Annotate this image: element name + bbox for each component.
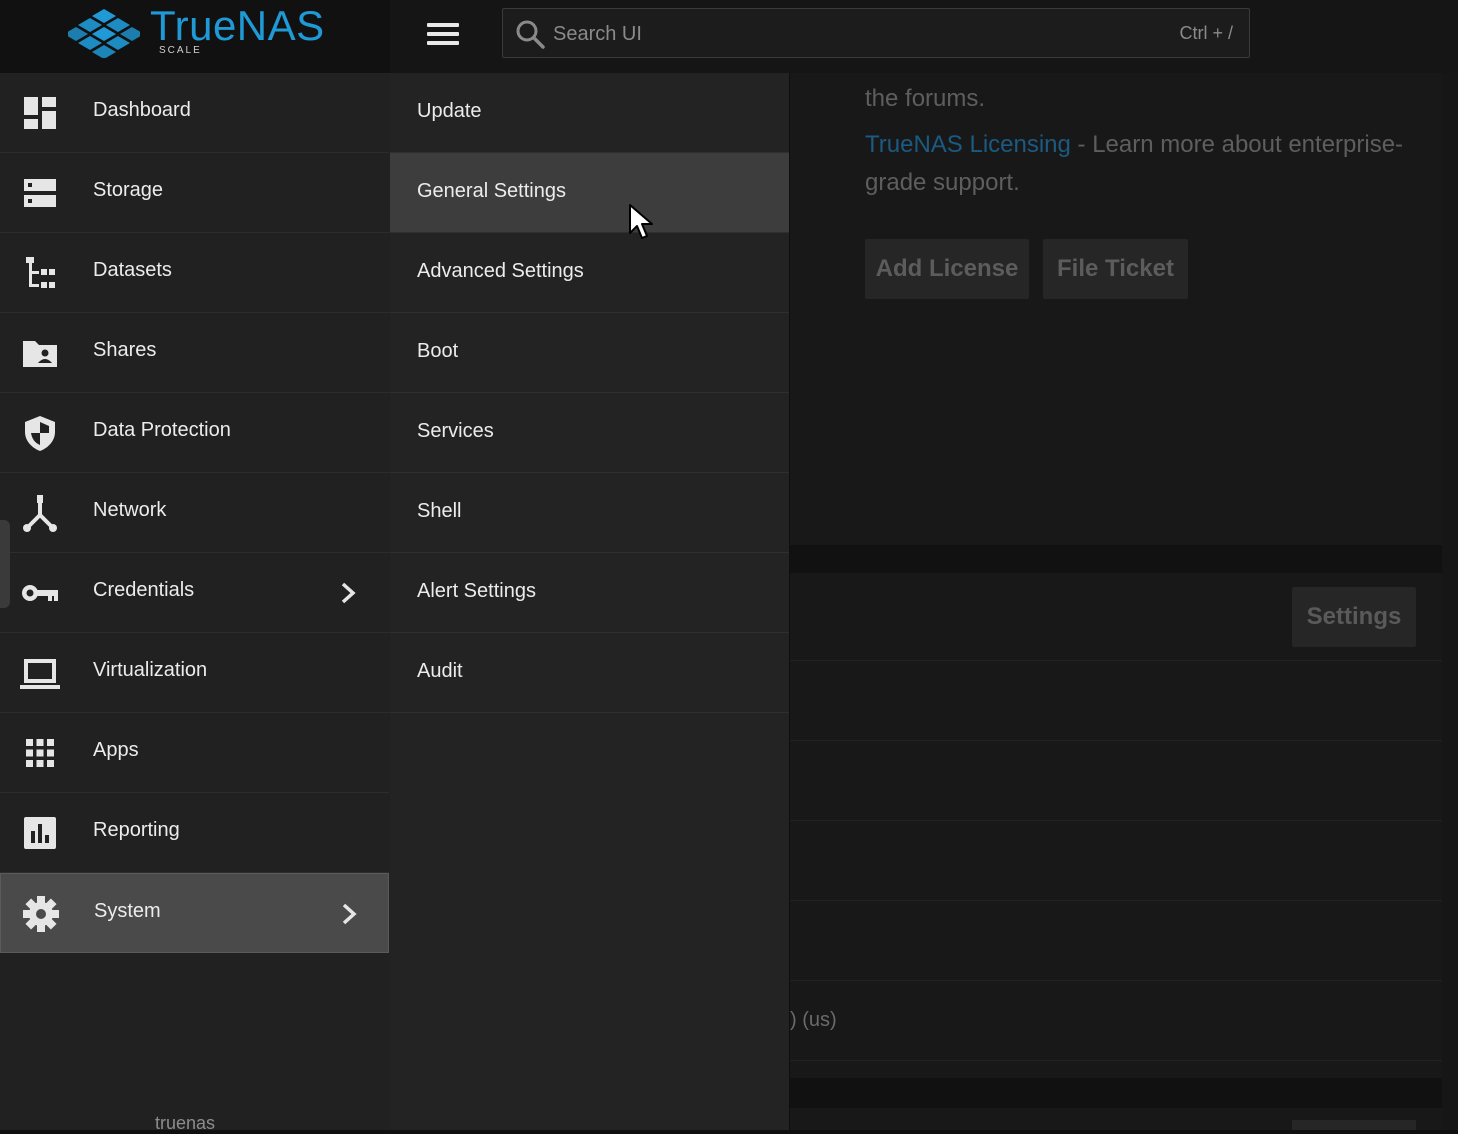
add-license-button[interactable]: Add License <box>865 239 1029 299</box>
divider <box>790 820 1442 821</box>
divider <box>790 660 1442 661</box>
key-icon <box>22 585 58 601</box>
chevron-right-icon <box>341 582 356 604</box>
top-bar: TrueNAS SCALE Ctrl + / <box>0 0 1458 73</box>
menu-toggle-button[interactable] <box>420 18 464 52</box>
sidebar-item-label: Storage <box>93 179 164 201</box>
divider <box>790 1060 1442 1061</box>
search-box[interactable]: Ctrl + / <box>502 8 1250 59</box>
search-input[interactable] <box>551 9 1155 59</box>
chevron-right-icon <box>342 903 357 925</box>
licensing-description-2: grade support. <box>865 169 1020 196</box>
submenu-item-label: Shell <box>417 500 462 522</box>
divider <box>790 980 1442 981</box>
submenu-item-shell[interactable]: Shell <box>390 473 789 553</box>
licensing-description: - Learn more about enterprise- <box>1070 131 1404 158</box>
laptop-icon <box>20 659 60 689</box>
truenas-licensing-link[interactable]: TrueNAS Licensing <box>865 131 1071 158</box>
sidebar-item-dashboard[interactable]: Dashboard <box>0 73 389 153</box>
shares-folder-icon <box>23 341 57 367</box>
network-icon <box>23 495 57 532</box>
hamburger-icon-bar <box>427 41 459 45</box>
divider <box>790 900 1442 901</box>
brand-edition: SCALE <box>159 45 202 56</box>
storage-icon <box>24 179 56 207</box>
support-card: the forums. TrueNAS Licensing - Learn mo… <box>790 73 1442 545</box>
gear-icon <box>23 896 59 932</box>
sidebar-item-shares[interactable]: Shares <box>0 313 389 393</box>
card-button[interactable] <box>1292 1120 1416 1130</box>
datasets-icon <box>26 257 55 288</box>
submenu-item-label: Audit <box>417 660 463 682</box>
search-shortcut-hint: Ctrl + / <box>1179 23 1233 43</box>
file-ticket-button[interactable]: File Ticket <box>1043 239 1188 299</box>
next-card <box>790 1108 1442 1130</box>
shield-icon <box>25 416 55 451</box>
sidebar-item-datasets[interactable]: Datasets <box>0 233 389 313</box>
sidebar-item-label: Virtualization <box>93 659 208 681</box>
sidebar-item-reporting[interactable]: Reporting <box>0 793 389 873</box>
hamburger-icon-bar <box>427 32 459 36</box>
sidebar-item-virtualization[interactable]: Virtualization <box>0 633 389 713</box>
brand[interactable]: TrueNAS SCALE <box>0 0 390 73</box>
hamburger-icon <box>427 23 459 27</box>
submenu-item-label: Services <box>417 420 494 442</box>
sidebar-item-credentials[interactable]: Credentials <box>0 553 389 633</box>
submenu-item-boot[interactable]: Boot <box>390 313 789 393</box>
sidebar: Dashboard Storage Datasets Shares Data P… <box>0 73 390 1133</box>
submenu-item-label: Alert Settings <box>417 580 536 602</box>
main-content: the forums. TrueNAS Licensing - Learn mo… <box>790 73 1458 1130</box>
forums-text: the forums. <box>865 85 986 112</box>
reporting-chart-icon <box>24 817 56 849</box>
mouse-cursor-icon <box>629 204 653 239</box>
sidebar-item-label: Reporting <box>93 819 180 841</box>
search-icon <box>516 20 545 49</box>
truenas-logo-icon <box>68 9 140 58</box>
submenu-item-audit[interactable]: Audit <box>390 633 789 713</box>
sidebar-item-label: Dashboard <box>93 99 191 121</box>
divider <box>790 740 1442 741</box>
settings-card: Settings ) (us) <box>790 573 1442 1078</box>
sidebar-item-label: System <box>94 900 161 922</box>
settings-button[interactable]: Settings <box>1292 587 1416 647</box>
sidebar-item-label: Apps <box>93 739 139 761</box>
submenu-item-label: Update <box>417 100 482 122</box>
sidebar-item-label: Data Protection <box>93 419 231 441</box>
licensing-line: TrueNAS Licensing - Learn more about ent… <box>865 131 1403 159</box>
sidebar-item-label: Network <box>93 499 167 521</box>
dashboard-icon <box>24 97 56 129</box>
sidebar-item-apps[interactable]: Apps <box>0 713 389 793</box>
sidebar-item-label: Credentials <box>93 579 195 601</box>
partial-value-text: ) (us) <box>790 1009 837 1031</box>
sidebar-item-network[interactable]: Network <box>0 473 389 553</box>
sidebar-item-storage[interactable]: Storage <box>0 153 389 233</box>
submenu-item-services[interactable]: Services <box>390 393 789 473</box>
submenu-item-update[interactable]: Update <box>390 73 789 153</box>
sidebar-collapse-handle[interactable] <box>0 520 10 608</box>
submenu-item-advanced-settings[interactable]: Advanced Settings <box>390 233 789 313</box>
sidebar-item-data-protection[interactable]: Data Protection <box>0 393 389 473</box>
submenu-item-alert-settings[interactable]: Alert Settings <box>390 553 789 633</box>
apps-grid-icon <box>26 739 54 767</box>
sidebar-item-label: Datasets <box>93 259 172 281</box>
submenu-item-label: Boot <box>417 340 459 362</box>
brand-name: TrueNAS <box>150 2 325 49</box>
sidebar-item-system[interactable]: System <box>0 873 389 953</box>
system-submenu: Update General Settings Advanced Setting… <box>390 73 789 1130</box>
submenu-item-label: Advanced Settings <box>417 260 584 282</box>
scrollbar-track[interactable] <box>1442 73 1458 1130</box>
hostname-label: truenas <box>155 1113 216 1133</box>
sidebar-item-label: Shares <box>93 339 157 361</box>
submenu-item-general-settings[interactable]: General Settings <box>390 153 789 233</box>
submenu-item-label: General Settings <box>417 180 566 202</box>
